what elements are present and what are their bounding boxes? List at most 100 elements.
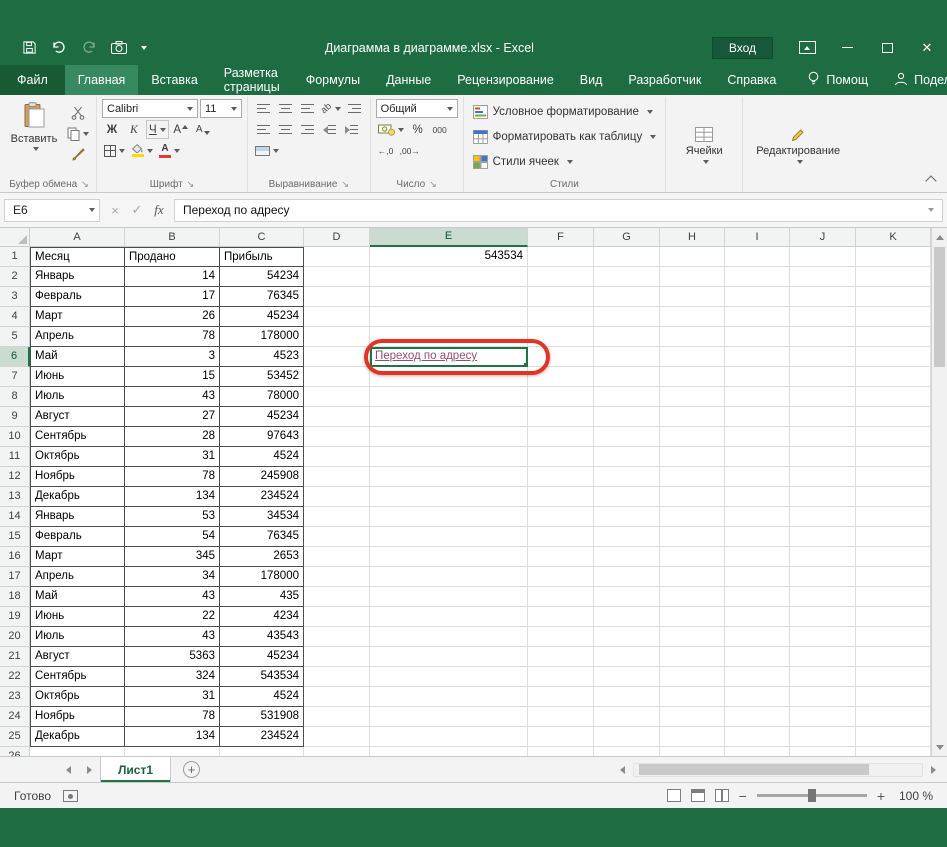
cell-F25[interactable] — [528, 727, 594, 747]
scroll-up-icon[interactable] — [935, 230, 944, 244]
cell-I14[interactable] — [725, 507, 790, 527]
tab-Разработчик[interactable]: Разработчик — [615, 65, 714, 95]
cell-A4[interactable]: Март — [30, 307, 125, 327]
decrease-font-size-button[interactable]: А — [193, 120, 213, 139]
cell-styles-button[interactable]: Стили ячеек — [469, 150, 661, 173]
insert-function-button[interactable]: fx — [149, 202, 169, 218]
cell-B23[interactable]: 31 — [125, 687, 220, 707]
cell-E2[interactable] — [370, 267, 528, 287]
align-bottom-button[interactable] — [297, 99, 317, 118]
tab-Рецензирование[interactable]: Рецензирование — [444, 65, 567, 95]
cell-K25[interactable] — [856, 727, 931, 747]
cell-K18[interactable] — [856, 587, 931, 607]
cell-D9[interactable] — [304, 407, 370, 427]
cell-J20[interactable] — [790, 627, 856, 647]
cells-button[interactable]: Ячейки — [671, 99, 737, 192]
cell-I24[interactable] — [725, 707, 790, 727]
align-center-button[interactable] — [275, 120, 295, 139]
cell-H6[interactable] — [660, 347, 725, 367]
cell-C16[interactable]: 2653 — [220, 547, 304, 567]
cell-B20[interactable]: 43 — [125, 627, 220, 647]
cell-C2[interactable]: 54234 — [220, 267, 304, 287]
normal-view-icon[interactable] — [666, 789, 681, 802]
cell-E12[interactable] — [370, 467, 528, 487]
row-header-9[interactable]: 9 — [0, 407, 30, 427]
cell-D16[interactable] — [304, 547, 370, 567]
cell-B13[interactable]: 134 — [125, 487, 220, 507]
page-layout-view-icon[interactable] — [690, 789, 705, 802]
cell-E19[interactable] — [370, 607, 528, 627]
expand-formula-bar-icon[interactable] — [928, 208, 934, 212]
cell-H23[interactable] — [660, 687, 725, 707]
cell-G24[interactable] — [594, 707, 660, 727]
cell-A21[interactable]: Август — [30, 647, 125, 667]
cell-I4[interactable] — [725, 307, 790, 327]
cell-H10[interactable] — [660, 427, 725, 447]
tab-Разметка страницы[interactable]: Разметка страницы — [211, 65, 293, 95]
cell-H11[interactable] — [660, 447, 725, 467]
row-header-16[interactable]: 16 — [0, 547, 30, 567]
cell-K24[interactable] — [856, 707, 931, 727]
cell-I19[interactable] — [725, 607, 790, 627]
vertical-scrollbar[interactable] — [931, 228, 947, 756]
cell-E10[interactable] — [370, 427, 528, 447]
cell-K4[interactable] — [856, 307, 931, 327]
cell-K12[interactable] — [856, 467, 931, 487]
cell-K21[interactable] — [856, 647, 931, 667]
cell-A13[interactable]: Декабрь — [30, 487, 125, 507]
cell-J21[interactable] — [790, 647, 856, 667]
decrease-indent-button[interactable] — [319, 120, 339, 139]
cell-K20[interactable] — [856, 627, 931, 647]
cell-F8[interactable] — [528, 387, 594, 407]
cell-B6[interactable]: 3 — [125, 347, 220, 367]
cell-A5[interactable]: Апрель — [30, 327, 125, 347]
cell-D19[interactable] — [304, 607, 370, 627]
cell-C20[interactable]: 43543 — [220, 627, 304, 647]
cell-E8[interactable] — [370, 387, 528, 407]
cell-K8[interactable] — [856, 387, 931, 407]
cell-H8[interactable] — [660, 387, 725, 407]
cell-C19[interactable]: 4234 — [220, 607, 304, 627]
fill-color-button[interactable] — [129, 141, 155, 160]
cell-H21[interactable] — [660, 647, 725, 667]
cell-D23[interactable] — [304, 687, 370, 707]
cell-D22[interactable] — [304, 667, 370, 687]
cell-B2[interactable]: 14 — [125, 267, 220, 287]
name-box[interactable]: E6 — [4, 198, 100, 222]
row-header-24[interactable]: 24 — [0, 707, 30, 727]
cell-K10[interactable] — [856, 427, 931, 447]
align-right-button[interactable] — [297, 120, 317, 139]
cell-D3[interactable] — [304, 287, 370, 307]
cell-H18[interactable] — [660, 587, 725, 607]
row-header-15[interactable]: 15 — [0, 527, 30, 547]
font-size-combo[interactable]: 11 — [200, 99, 242, 118]
row-header-21[interactable]: 21 — [0, 647, 30, 667]
cell-G21[interactable] — [594, 647, 660, 667]
cell-A10[interactable]: Сентябрь — [30, 427, 125, 447]
cell-H7[interactable] — [660, 367, 725, 387]
cell-G4[interactable] — [594, 307, 660, 327]
cell-J13[interactable] — [790, 487, 856, 507]
row-header-1[interactable]: 1 — [0, 247, 30, 267]
cell-C5[interactable]: 178000 — [220, 327, 304, 347]
cell-C25[interactable]: 234524 — [220, 727, 304, 747]
cell-A12[interactable]: Ноябрь — [30, 467, 125, 487]
cell-J26[interactable] — [790, 747, 856, 756]
cell-C1[interactable]: Прибыль — [220, 247, 304, 267]
horizontal-scroll-thumb[interactable] — [639, 764, 870, 775]
cell-A23[interactable]: Октябрь — [30, 687, 125, 707]
cell-H2[interactable] — [660, 267, 725, 287]
decrease-decimal-button[interactable]: ,00→ — [398, 141, 422, 160]
tab-Главная[interactable]: Главная — [64, 65, 139, 95]
increase-decimal-button[interactable]: ←,0 — [376, 141, 396, 160]
collapse-ribbon-icon[interactable] — [925, 175, 937, 187]
cell-J19[interactable] — [790, 607, 856, 627]
cell-H17[interactable] — [660, 567, 725, 587]
zoom-level[interactable]: 100 % — [895, 789, 933, 803]
cell-A7[interactable]: Июнь — [30, 367, 125, 387]
cell-J17[interactable] — [790, 567, 856, 587]
cell-H22[interactable] — [660, 667, 725, 687]
column-header-H[interactable]: H — [660, 228, 725, 247]
cell-K2[interactable] — [856, 267, 931, 287]
cell-A1[interactable]: Месяц — [30, 247, 125, 267]
